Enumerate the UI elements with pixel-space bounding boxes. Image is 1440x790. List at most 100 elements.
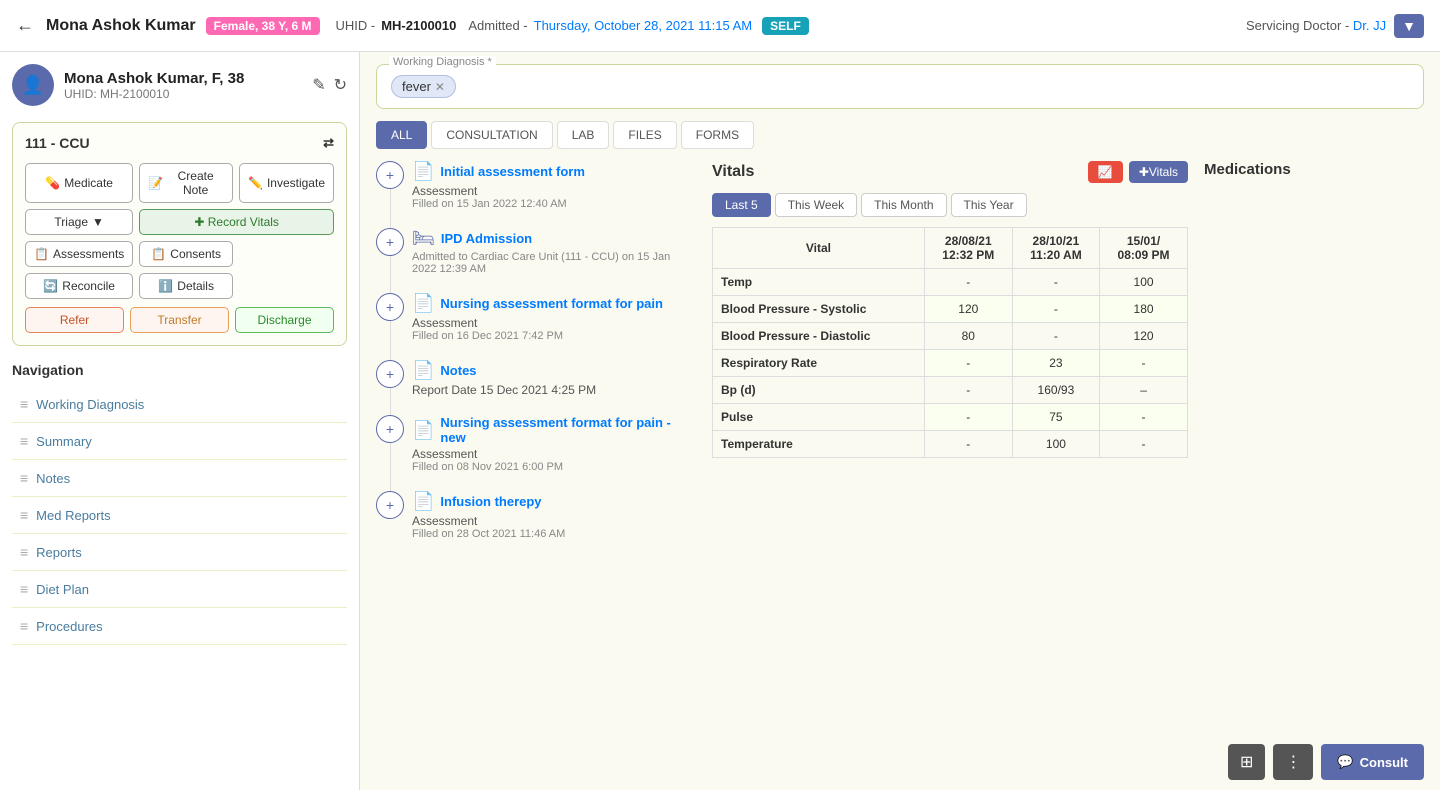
sidebar-item-reports[interactable]: ≡ Reports <box>12 534 347 571</box>
triage-button[interactable]: Triage ▼ <box>25 209 133 235</box>
table-row: Blood Pressure - Diastolic 80 - 120 <box>713 323 1188 350</box>
vital-value: - <box>924 377 1012 404</box>
feed-icon-row: 📄 Notes <box>412 360 696 381</box>
doctor-dropdown-button[interactable]: ▼ <box>1394 14 1424 38</box>
vital-value: 23 <box>1012 350 1099 377</box>
vital-value: 100 <box>1012 431 1099 458</box>
vitals-chart-button[interactable]: 📈 <box>1088 161 1123 183</box>
refresh-button[interactable]: ↻ <box>334 75 347 95</box>
refer-button[interactable]: Refer <box>25 307 124 333</box>
vital-label: Temperature <box>713 431 925 458</box>
content-columns: + 📄 Initial assessment form Assessment F… <box>376 161 1424 558</box>
vital-label: Blood Pressure - Systolic <box>713 296 925 323</box>
pill-icon: 💊 <box>45 176 60 190</box>
vital-value: - <box>924 431 1012 458</box>
add-vitals-button[interactable]: ✚Vitals <box>1129 161 1188 183</box>
add-dot[interactable]: + <box>376 293 404 321</box>
feed-title[interactable]: Initial assessment form <box>440 164 585 179</box>
tab-forms[interactable]: FORMS <box>681 121 754 149</box>
vitals-column: Vitals 📈 ✚Vitals Last 5 This Week This M… <box>712 161 1188 558</box>
add-dot[interactable]: + <box>376 228 404 256</box>
discharge-button[interactable]: Discharge <box>235 307 334 333</box>
vital-value: 120 <box>1100 323 1188 350</box>
edit-patient-button[interactable]: ✎ <box>312 75 325 95</box>
feed-title[interactable]: IPD Admission <box>441 231 532 246</box>
feed-title[interactable]: Nursing assessment format for pain <box>440 296 663 311</box>
vitals-title: Vitals <box>712 163 754 181</box>
feed-title[interactable]: Nursing assessment format for pain - new <box>440 415 696 445</box>
sidebar-item-diet-plan[interactable]: ≡ Diet Plan <box>12 571 347 608</box>
note-icon: 📝 <box>148 176 163 190</box>
vital-value: - <box>1012 296 1099 323</box>
doctor-name: Dr. JJ <box>1353 18 1386 33</box>
tab-files[interactable]: FILES <box>613 121 676 149</box>
tab-consultation[interactable]: CONSULTATION <box>431 121 552 149</box>
vital-label: Bp (d) <box>713 377 925 404</box>
details-button[interactable]: ℹ️ Details <box>139 273 233 299</box>
consent-icon: 📋 <box>151 247 166 261</box>
patient-uhid: UHID: MH-2100010 <box>64 87 244 101</box>
feed-title[interactable]: Infusion therepy <box>440 494 541 509</box>
add-dot[interactable]: + <box>376 491 404 519</box>
tab-all[interactable]: ALL <box>376 121 427 149</box>
investigate-button[interactable]: ✏️ Investigate <box>239 163 334 203</box>
feed-title[interactable]: Notes <box>440 363 476 378</box>
ccu-card: 111 - CCU ⇄ 💊 Medicate 📝 Create Note ✏️ … <box>12 122 347 346</box>
ccu-actions: 💊 Medicate 📝 Create Note ✏️ Investigate … <box>25 163 334 299</box>
servicing-doctor: Servicing Doctor - Dr. JJ <box>1246 18 1386 33</box>
feed-subtitle: Assessment <box>412 447 696 461</box>
grid-view-button[interactable]: ⊞ <box>1228 744 1265 780</box>
action-row3: Refer Transfer Discharge <box>25 307 334 333</box>
more-options-button[interactable]: ⋮ <box>1273 744 1313 780</box>
sidebar-item-working-diagnosis[interactable]: ≡ Working Diagnosis <box>12 386 347 423</box>
feed-date: Filled on 16 Dec 2021 7:42 PM <box>412 330 696 342</box>
feed-body: 📄 Infusion therepy Assessment Filled on … <box>412 491 696 540</box>
feed-body: 📄 Nursing assessment format for pain Ass… <box>412 293 696 342</box>
nav-label: Procedures <box>36 619 102 634</box>
navigation-section: Navigation ≡ Working Diagnosis ≡ Summary… <box>12 362 347 645</box>
feed-item: + 📄 Notes Report Date 15 Dec 2021 4:25 P… <box>376 360 696 397</box>
feed-body: 📄 Nursing assessment format for pain - n… <box>412 415 696 473</box>
menu-icon: ≡ <box>20 396 28 412</box>
consult-icon: 💬 <box>1337 754 1353 770</box>
medicate-button[interactable]: 💊 Medicate <box>25 163 133 203</box>
period-this-week[interactable]: This Week <box>775 193 857 217</box>
vital-label: Pulse <box>713 404 925 431</box>
vitals-header: Vitals 📈 ✚Vitals <box>712 161 1188 183</box>
feed-column: + 📄 Initial assessment form Assessment F… <box>376 161 696 558</box>
date-col-2: 28/10/21 11:20 AM <box>1012 228 1099 269</box>
feed-item: + 📄 Infusion therepy Assessment Filled o… <box>376 491 696 540</box>
nav-label: Notes <box>36 471 70 486</box>
add-dot[interactable]: + <box>376 161 404 189</box>
nav-label: Reports <box>36 545 82 560</box>
feed-date: Filled on 15 Jan 2022 12:40 AM <box>412 198 696 210</box>
patient-info-text: Mona Ashok Kumar, F, 38 UHID: MH-2100010 <box>64 70 244 101</box>
sidebar-item-procedures[interactable]: ≡ Procedures <box>12 608 347 645</box>
create-note-button[interactable]: 📝 Create Note <box>139 163 233 203</box>
document-icon: 📄 <box>412 491 434 512</box>
record-vitals-button[interactable]: ✚ Record Vitals <box>139 209 334 235</box>
tag-remove-button[interactable]: ✕ <box>435 80 445 94</box>
feed-date: Filled on 28 Oct 2021 11:46 AM <box>412 528 696 540</box>
period-this-year[interactable]: This Year <box>951 193 1027 217</box>
period-this-month[interactable]: This Month <box>861 193 946 217</box>
reconcile-button[interactable]: 🔄 Reconcile <box>25 273 133 299</box>
consents-button[interactable]: 📋 Consents <box>139 241 233 267</box>
consult-button[interactable]: 💬 Consult <box>1321 744 1424 780</box>
vitals-table: Vital 28/08/21 12:32 PM 28/10/21 11:20 A… <box>712 227 1188 458</box>
back-button[interactable]: ← <box>16 15 34 36</box>
period-last5[interactable]: Last 5 <box>712 193 771 217</box>
menu-icon: ≡ <box>20 581 28 597</box>
transfer-button[interactable]: Transfer <box>130 307 229 333</box>
vital-label: Blood Pressure - Diastolic <box>713 323 925 350</box>
tab-lab[interactable]: LAB <box>557 121 610 149</box>
sidebar-item-summary[interactable]: ≡ Summary <box>12 423 347 460</box>
add-dot[interactable]: + <box>376 415 404 443</box>
assessments-button[interactable]: 📋 Assessments <box>25 241 133 267</box>
patient-profile: 👤 Mona Ashok Kumar, F, 38 UHID: MH-21000… <box>12 64 347 106</box>
add-dot[interactable]: + <box>376 360 404 388</box>
date-col-3: 15/01/ 08:09 PM <box>1100 228 1188 269</box>
sidebar-item-notes[interactable]: ≡ Notes <box>12 460 347 497</box>
feed-item: + 📄 Nursing assessment format for pain -… <box>376 415 696 473</box>
sidebar-item-med-reports[interactable]: ≡ Med Reports <box>12 497 347 534</box>
